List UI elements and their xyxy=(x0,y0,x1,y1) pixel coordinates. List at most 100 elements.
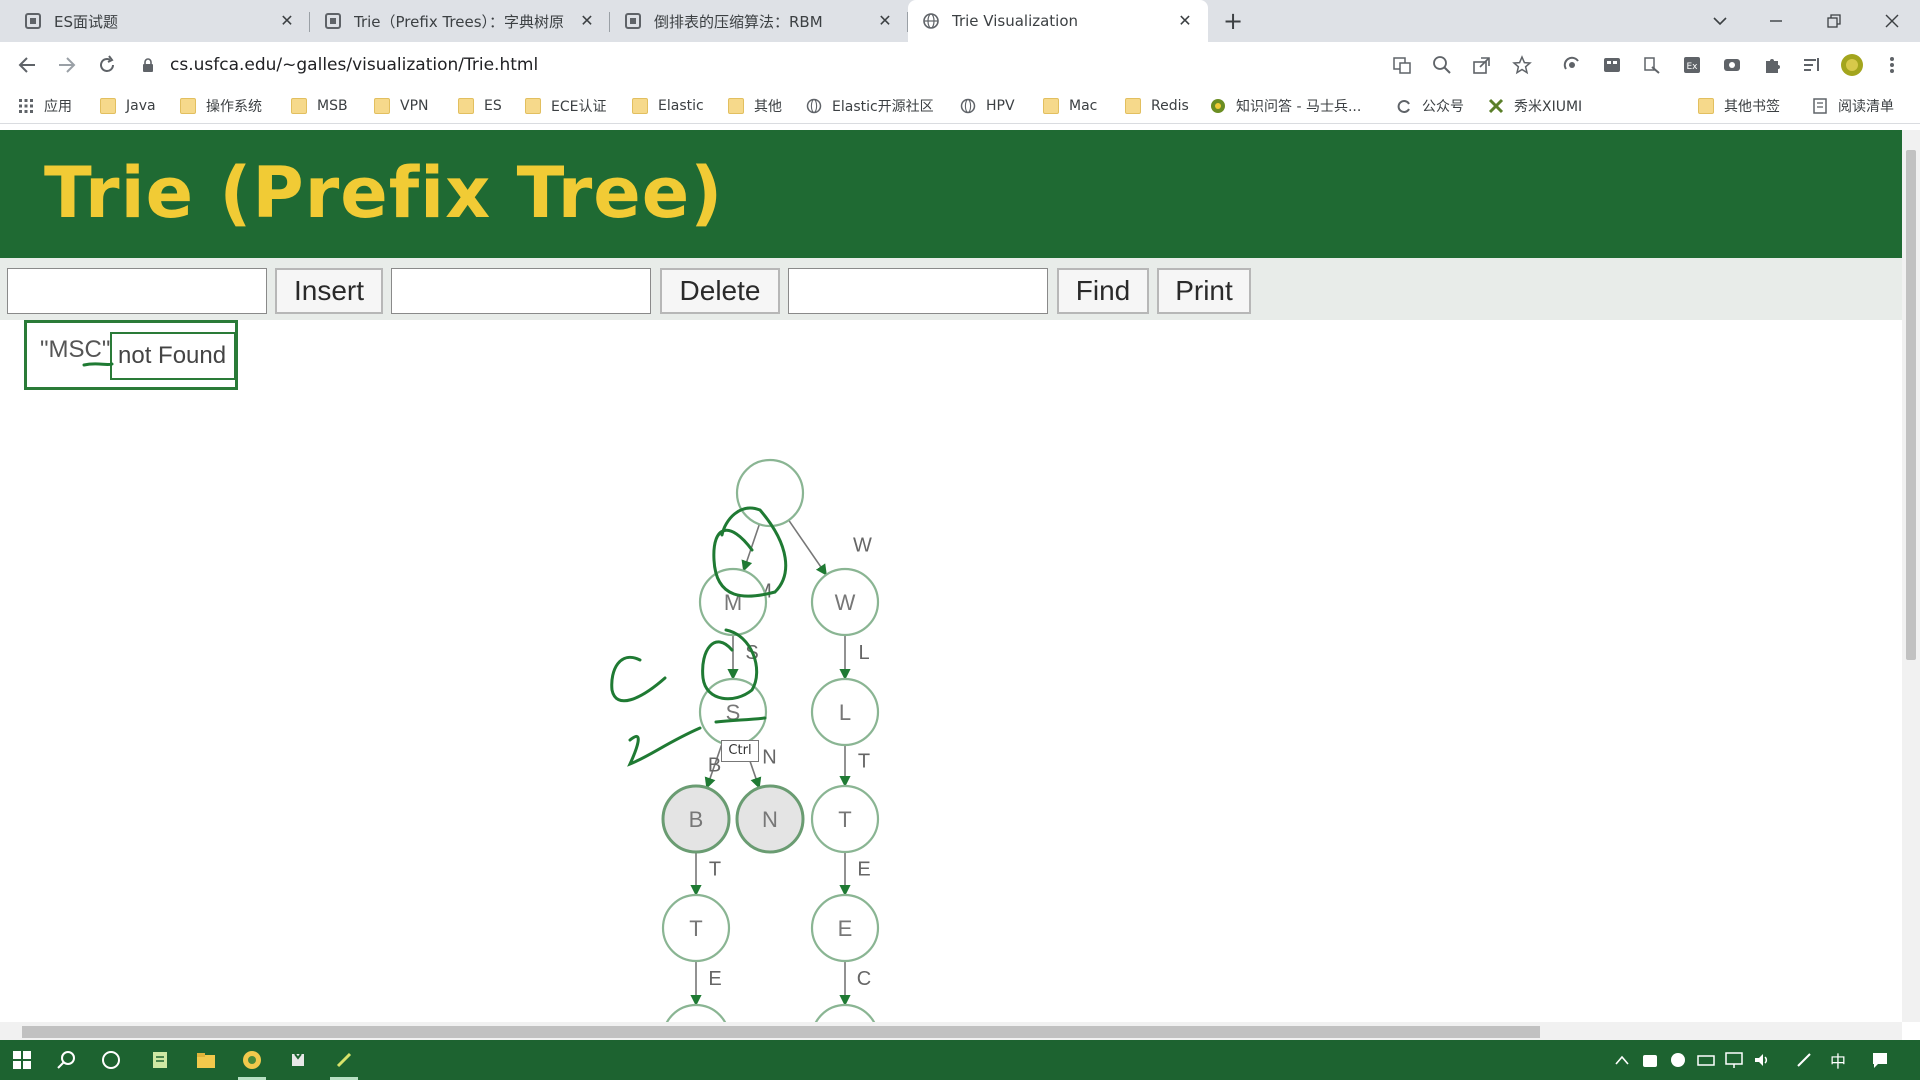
close-icon[interactable]: ✕ xyxy=(278,12,296,30)
pen-tray-icon[interactable] xyxy=(1792,1050,1816,1070)
trie-node-label: N xyxy=(762,807,778,832)
menu-kebab-icon[interactable] xyxy=(1880,53,1904,77)
annotation-letter-c xyxy=(610,655,667,703)
apps-grid-icon xyxy=(18,98,34,114)
bookmark-elastic-community[interactable]: Elastic开源社区 xyxy=(806,94,934,118)
tab-trie-visualization[interactable]: Trie Visualization ✕ xyxy=(908,0,1208,42)
windows-taskbar: 中 xyxy=(0,1040,1920,1080)
extension-icon[interactable] xyxy=(1600,53,1624,77)
reload-icon[interactable] xyxy=(93,51,121,79)
back-arrow-icon[interactable] xyxy=(13,51,41,79)
pen-app-icon[interactable] xyxy=(328,1046,360,1080)
xiumi-icon xyxy=(1488,98,1504,114)
bookmark-label: Java xyxy=(126,98,156,114)
chevron-up-icon[interactable] xyxy=(1610,1050,1634,1070)
horizontal-scroll-thumb[interactable] xyxy=(22,1026,1540,1038)
reading-list-icon[interactable] xyxy=(1800,53,1824,77)
search-icon[interactable] xyxy=(50,1046,82,1074)
trie-node-msb: B xyxy=(661,784,731,854)
avatar[interactable] xyxy=(1840,53,1864,77)
extension-icon[interactable] xyxy=(1560,53,1584,77)
vertical-scrollbar[interactable] xyxy=(1902,130,1920,1022)
tray-app-icon[interactable] xyxy=(1666,1050,1690,1070)
trie-edge-label: T xyxy=(858,751,870,773)
bookmark-mac[interactable]: Mac xyxy=(1043,94,1097,118)
forward-arrow-icon[interactable] xyxy=(53,51,81,79)
app-icon[interactable] xyxy=(282,1046,314,1074)
trie-edge-label: W xyxy=(853,535,872,557)
browser-toolbar: cs.usfca.edu/~galles/visualization/Trie.… xyxy=(0,42,1920,88)
tab-rbm[interactable]: 倒排表的压缩算法：RBM ✕ xyxy=(610,0,908,42)
file-explorer-icon[interactable] xyxy=(190,1046,222,1074)
close-icon[interactable]: ✕ xyxy=(876,12,894,30)
bookmark-other[interactable]: 其他 xyxy=(728,94,782,118)
tab-title: ES面试题 xyxy=(54,12,118,31)
annotation-underline-msc xyxy=(82,362,114,367)
bookmark-vpn[interactable]: VPN xyxy=(374,94,429,118)
bookmark-hpv[interactable]: HPV xyxy=(960,94,1015,118)
trie-edge-label: C xyxy=(857,968,871,990)
bookmark-label: Elastic开源社区 xyxy=(832,99,934,115)
bookmark-label: VPN xyxy=(400,98,429,114)
network-icon[interactable] xyxy=(1722,1050,1746,1070)
trie-node-wlt: T xyxy=(810,784,880,854)
bookmark-java[interactable]: Java xyxy=(100,94,156,118)
translate-icon[interactable] xyxy=(1390,53,1414,77)
tab-title: 倒排表的压缩算法：RBM xyxy=(654,12,823,31)
puzzle-icon[interactable] xyxy=(1760,53,1784,77)
bookmark-label: 公众号 xyxy=(1422,99,1464,115)
cortana-icon[interactable] xyxy=(95,1046,127,1074)
bookmark-es[interactable]: ES xyxy=(458,94,502,118)
bookmark-star-icon[interactable] xyxy=(1510,53,1534,77)
volume-icon[interactable] xyxy=(1750,1050,1774,1070)
trie-edge-label: T xyxy=(709,859,721,881)
lock-icon xyxy=(140,57,156,73)
close-icon[interactable]: ✕ xyxy=(578,12,596,30)
trie-node-wl: L xyxy=(810,677,880,747)
zoom-icon[interactable] xyxy=(1430,53,1454,77)
bookmark-other-bookmarks[interactable]: 其他书签 xyxy=(1698,94,1780,118)
extension-icon[interactable] xyxy=(1640,53,1664,77)
extension-icon[interactable]: Ex xyxy=(1680,53,1704,77)
ime-indicator[interactable]: 中 xyxy=(1826,1050,1850,1071)
trie-node-label: T xyxy=(838,807,851,832)
bookmark-os[interactable]: 操作系统 xyxy=(180,94,262,118)
bookmark-label: 其他书签 xyxy=(1724,99,1780,115)
bookmark-label: 阅读清单 xyxy=(1838,99,1894,115)
trie-node-circle xyxy=(735,458,805,528)
horizontal-scrollbar[interactable] xyxy=(0,1022,1902,1040)
bookmark-label: ES xyxy=(484,98,502,114)
url-text: cs.usfca.edu/~galles/visualization/Trie.… xyxy=(170,55,539,75)
notes-app-icon[interactable] xyxy=(144,1046,176,1074)
bookmark-xiumi[interactable]: 秀米XIUMI xyxy=(1488,94,1582,118)
close-window-icon[interactable] xyxy=(1864,0,1920,42)
extension-icon[interactable] xyxy=(1720,53,1744,77)
close-icon[interactable]: ✕ xyxy=(1176,12,1194,30)
vertical-scroll-thumb[interactable] xyxy=(1906,150,1916,660)
tab-es-interview[interactable]: ES面试题 ✕ xyxy=(10,0,310,42)
bookmark-ece[interactable]: ECE认证 xyxy=(525,94,606,118)
bookmark-qa[interactable]: 知识问答 - 马士兵... xyxy=(1210,94,1361,118)
bookmark-elastic[interactable]: Elastic xyxy=(632,94,704,118)
chrome-app-icon[interactable] xyxy=(236,1046,268,1080)
bookmark-apps[interactable]: 应用 xyxy=(18,94,72,118)
bookmark-msb[interactable]: MSB xyxy=(291,94,348,118)
bookmark-wechat[interactable]: 公众号 xyxy=(1396,94,1464,118)
bookmark-redis[interactable]: Redis xyxy=(1125,94,1189,118)
tray-app-icon[interactable] xyxy=(1638,1050,1662,1070)
bookmark-reading-list[interactable]: 阅读清单 xyxy=(1812,94,1894,118)
bookmark-label: 操作系统 xyxy=(206,99,262,115)
windows-start-icon[interactable] xyxy=(6,1046,38,1074)
folder-icon xyxy=(632,98,648,114)
tab-search-icon[interactable] xyxy=(1692,0,1748,42)
tray-device-icon[interactable] xyxy=(1694,1050,1718,1070)
trie-edge-label: E xyxy=(857,859,870,881)
minimize-icon[interactable] xyxy=(1748,0,1804,42)
restore-icon[interactable] xyxy=(1806,0,1862,42)
address-bar[interactable]: cs.usfca.edu/~galles/visualization/Trie.… xyxy=(140,49,1380,81)
new-tab-button[interactable]: + xyxy=(1220,8,1246,34)
tab-trie-prefix-trees[interactable]: Trie（Prefix Trees）：字典树原 ✕ xyxy=(310,0,610,42)
share-icon[interactable] xyxy=(1470,53,1494,77)
notification-icon[interactable] xyxy=(1868,1050,1892,1070)
folder-icon xyxy=(728,98,744,114)
